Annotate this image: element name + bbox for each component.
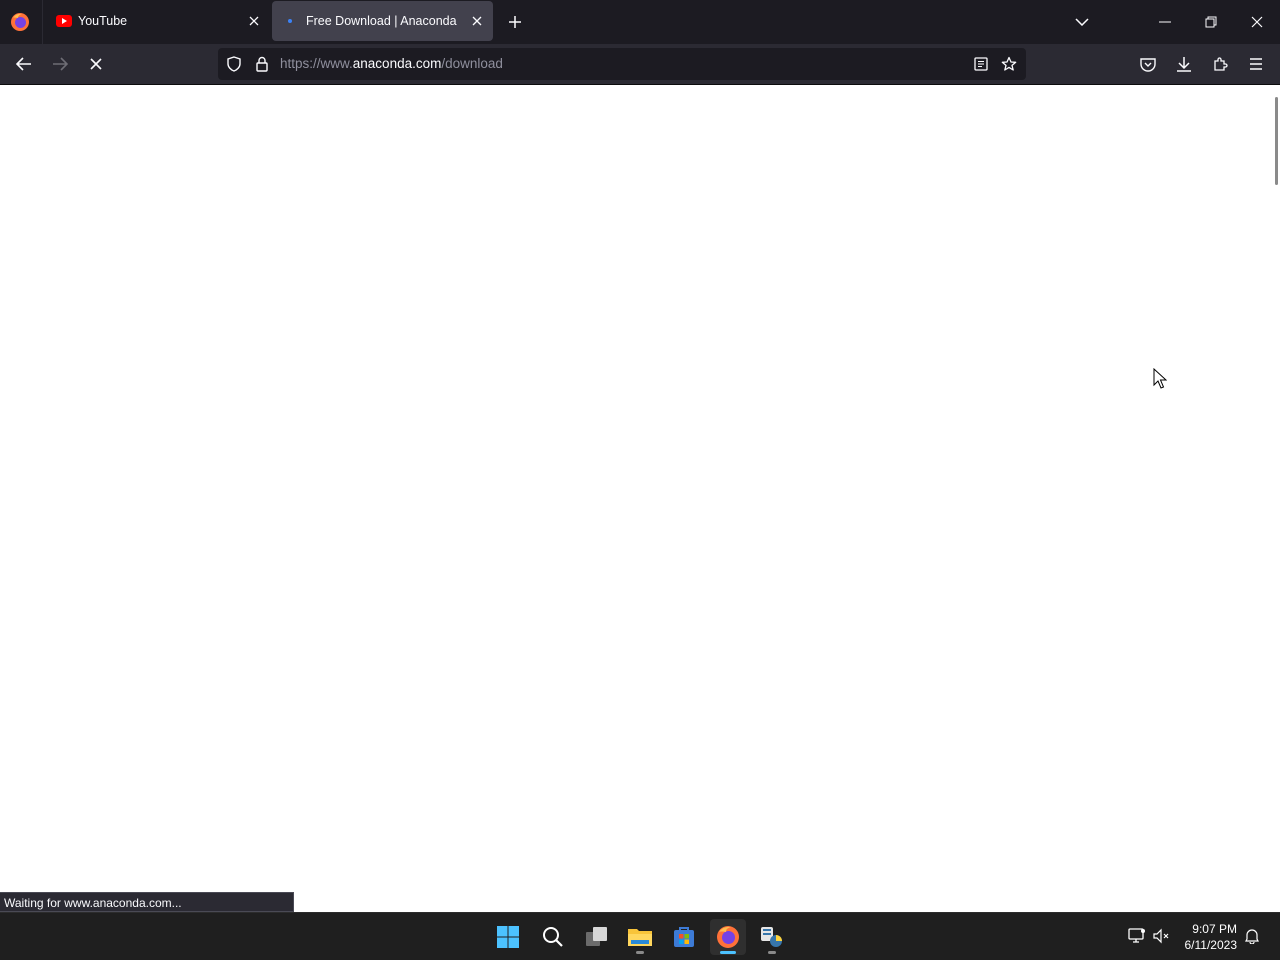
notification-icon[interactable]: [1241, 925, 1263, 947]
windows-start-icon[interactable]: [490, 919, 526, 955]
tab-separator: [42, 0, 43, 44]
tab-title: Free Download | Anaconda: [306, 14, 457, 28]
clock-time: 9:07 PM: [1192, 922, 1237, 936]
clock-date: 6/11/2023: [1184, 938, 1238, 952]
scrollbar[interactable]: [1272, 85, 1280, 912]
url-bar[interactable]: https://www.anaconda.com/download: [218, 48, 1026, 80]
mouse-cursor-icon: [1153, 368, 1167, 389]
store-icon[interactable]: [666, 919, 702, 955]
close-icon[interactable]: [244, 11, 264, 31]
url-scheme: https://www.: [280, 56, 353, 71]
url-text[interactable]: https://www.anaconda.com/download: [280, 56, 503, 71]
youtube-icon: [56, 13, 72, 29]
plus-icon[interactable]: [503, 10, 527, 34]
nav-toolbar: https://www.anaconda.com/download: [0, 44, 1280, 85]
status-panel: Waiting for www.anaconda.com...: [0, 892, 294, 912]
tab-title: YouTube: [78, 14, 128, 28]
file-explorer-icon[interactable]: [622, 919, 658, 955]
reader-icon[interactable]: [970, 53, 992, 75]
url-path: /download: [441, 56, 503, 71]
firefox-icon[interactable]: [8, 10, 32, 34]
close-window-icon[interactable]: [1243, 8, 1271, 36]
download-icon[interactable]: [1170, 50, 1198, 78]
restore-icon[interactable]: [1197, 8, 1225, 36]
search-icon[interactable]: [535, 919, 571, 955]
lock-icon[interactable]: [251, 53, 273, 75]
extensions-icon[interactable]: [1206, 50, 1234, 78]
python-icon[interactable]: [754, 919, 790, 955]
close-icon[interactable]: [467, 11, 487, 31]
loading-icon: [284, 13, 300, 29]
taskbar: 9:07 PM 6/11/2023: [0, 912, 1280, 960]
running-indicator: [636, 951, 644, 954]
minimize-icon[interactable]: [1151, 8, 1179, 36]
scrollbar-thumb[interactable]: [1275, 97, 1278, 185]
stop-icon[interactable]: [82, 50, 110, 78]
menu-icon[interactable]: [1242, 50, 1270, 78]
clock[interactable]: 9:07 PM 6/11/2023: [1185, 921, 1238, 953]
tab-strip: YouTube Free Download | Anaconda: [0, 0, 1280, 44]
volume-muted-icon[interactable]: [1151, 925, 1173, 947]
running-indicator: [768, 951, 776, 954]
url-host: anaconda.com: [352, 56, 442, 71]
chevron-down-icon[interactable]: [1068, 8, 1096, 36]
tab-youtube[interactable]: YouTube: [44, 1, 270, 41]
running-indicator: [720, 951, 736, 954]
firefox-taskbar-icon[interactable]: [710, 919, 746, 955]
page-content: [0, 85, 1280, 912]
star-icon[interactable]: [998, 53, 1020, 75]
back-icon[interactable]: [10, 50, 38, 78]
forward-icon[interactable]: [46, 50, 74, 78]
task-view-icon[interactable]: [579, 919, 615, 955]
shield-icon[interactable]: [223, 53, 245, 75]
tab-anaconda[interactable]: Free Download | Anaconda: [272, 1, 493, 41]
network-icon[interactable]: [1126, 925, 1148, 947]
pocket-icon[interactable]: [1134, 50, 1162, 78]
